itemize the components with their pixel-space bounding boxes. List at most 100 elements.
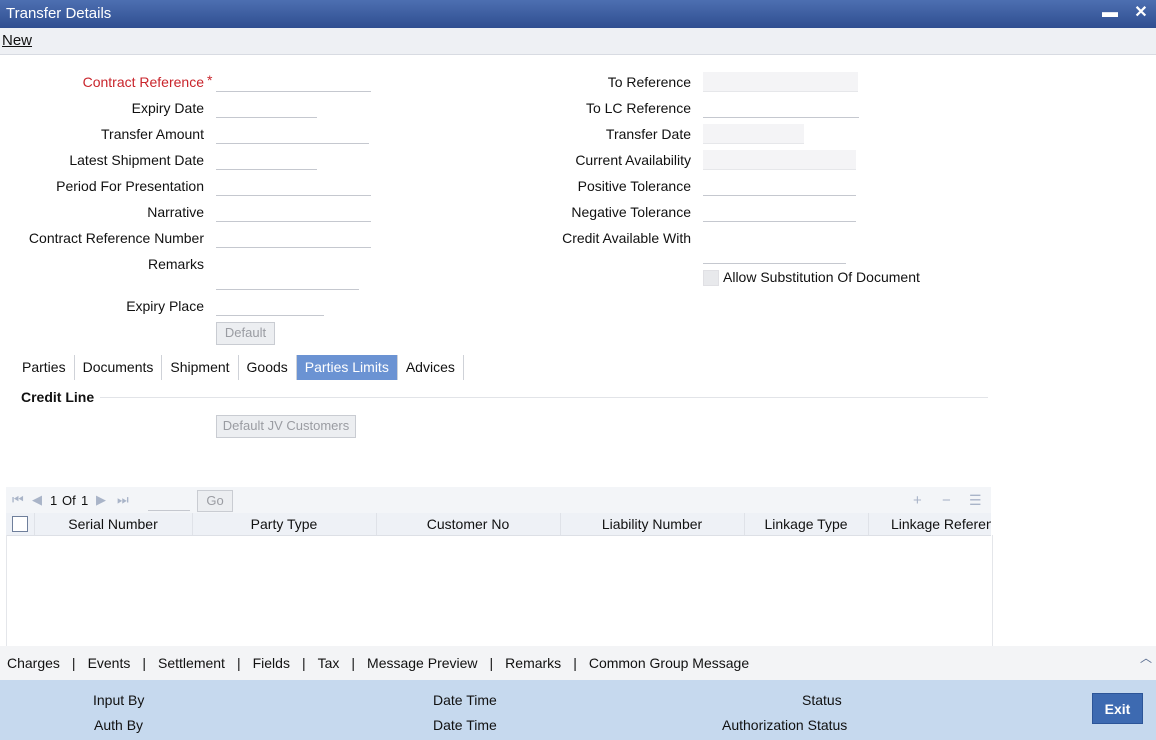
exit-button[interactable]: Exit (1092, 693, 1143, 724)
authorization-status-label: Authorization Status (722, 717, 848, 733)
tab-parties-limits[interactable]: Parties Limits (296, 355, 398, 380)
allow-substitution-checkbox[interactable] (703, 270, 719, 286)
expiry-date-label: Expiry Date (131, 100, 204, 116)
window-title: Transfer Details (6, 5, 112, 22)
contract-reference-input[interactable] (216, 72, 371, 92)
first-page-icon[interactable]: ⏮ (12, 492, 24, 508)
window-titlebar: Transfer Details ▬ ✕ (0, 0, 1156, 28)
last-page-icon[interactable]: ⏭ (117, 492, 129, 508)
expiry-date-input[interactable] (216, 98, 317, 118)
events-link[interactable]: Events (88, 655, 131, 671)
credit-available-with-input[interactable] (703, 244, 846, 264)
latest-shipment-date-label: Latest Shipment Date (69, 152, 204, 168)
audit-footer (0, 680, 1156, 740)
previous-page-icon[interactable]: ◀ (32, 492, 42, 508)
link-separator: | (142, 655, 147, 671)
remove-row-icon[interactable]: − (942, 492, 951, 509)
select-all-column (6, 513, 35, 535)
transfer-amount-label: Transfer Amount (101, 126, 204, 142)
to-reference-input[interactable] (703, 72, 858, 92)
narrative-label: Narrative (147, 204, 204, 220)
link-separator: | (236, 655, 241, 671)
to-reference-label: To Reference (607, 74, 691, 90)
narrative-input[interactable] (216, 202, 371, 222)
link-separator: | (301, 655, 306, 671)
required-marker: * (207, 72, 213, 88)
column-customer-no[interactable]: Customer No (376, 513, 561, 535)
transfer-amount-input[interactable] (216, 124, 369, 144)
go-button[interactable]: Go (197, 490, 233, 512)
input-date-time-label: Date Time (433, 692, 497, 708)
grid-navigation: ⏮ ◀ 1 Of 1 ▶ ⏭ Go + − ☰ (6, 487, 991, 513)
next-page-icon[interactable]: ▶ (96, 492, 106, 508)
page-of-label: Of (62, 493, 76, 508)
column-linkage-type[interactable]: Linkage Type (744, 513, 869, 535)
new-menu-link[interactable]: New (2, 32, 32, 49)
auth-by-label: Auth By (94, 717, 144, 733)
transfer-date-input[interactable] (703, 124, 804, 144)
menu-bar: New (0, 28, 1156, 55)
column-liability-number[interactable]: Liability Number (560, 513, 745, 535)
column-serial-number[interactable]: Serial Number (34, 513, 193, 535)
tab-goods[interactable]: Goods (239, 355, 297, 380)
page-current: 1 (50, 493, 58, 508)
select-all-checkbox[interactable] (12, 516, 28, 532)
page-total: 1 (81, 493, 89, 508)
add-row-icon[interactable]: + (913, 492, 922, 509)
detail-tabs: Parties Documents Shipment Goods Parties… (14, 355, 464, 380)
link-separator: | (573, 655, 577, 671)
negative-tolerance-label: Negative Tolerance (571, 204, 691, 220)
default-jv-customers-button[interactable]: Default JV Customers (216, 415, 356, 438)
settlement-link[interactable]: Settlement (158, 655, 225, 671)
page-number-input[interactable] (148, 491, 190, 511)
grid-header: Serial Number Party Type Customer No Lia… (6, 513, 991, 536)
current-availability-label: Current Availability (575, 152, 691, 168)
expiry-place-input[interactable] (216, 296, 324, 316)
tab-advices[interactable]: Advices (398, 355, 464, 380)
tab-documents[interactable]: Documents (75, 355, 163, 380)
to-lc-reference-input[interactable] (703, 98, 859, 118)
expiry-place-label: Expiry Place (126, 298, 204, 314)
contract-reference-number-label: Contract Reference Number (28, 230, 204, 246)
remarks-link[interactable]: Remarks (505, 655, 561, 671)
link-separator: | (71, 655, 76, 671)
bottom-links-bar: Charges | Events | Settlement | Fields | Tax | Mes… (0, 646, 1156, 680)
charges-link[interactable]: Charges (7, 655, 60, 671)
close-icon[interactable]: ✕ (1131, 3, 1151, 23)
default-button[interactable]: Default (216, 322, 275, 345)
remarks-input[interactable] (216, 270, 359, 290)
message-preview-link[interactable]: Message Preview (367, 655, 478, 671)
input-by-label: Input By (93, 692, 145, 708)
list-view-icon[interactable]: ☰ (969, 492, 982, 509)
period-for-presentation-input[interactable] (216, 176, 371, 196)
section-divider (100, 397, 988, 398)
tax-link[interactable]: Tax (318, 655, 340, 671)
status-label: Status (802, 692, 842, 708)
fields-link[interactable]: Fields (253, 655, 290, 671)
tab-shipment[interactable]: Shipment (162, 355, 239, 380)
current-availability-input[interactable] (703, 150, 856, 170)
bottom-links: Charges | Events | Settlement | Fields | Tax | Mes… (7, 655, 749, 671)
common-group-message-link[interactable]: Common Group Message (589, 655, 749, 671)
positive-tolerance-label: Positive Tolerance (577, 178, 691, 194)
auth-date-time-label: Date Time (433, 717, 497, 733)
credit-available-with-label: Credit Available With (562, 230, 691, 246)
credit-line-title: Credit Line (21, 389, 95, 405)
latest-shipment-date-input[interactable] (216, 150, 317, 170)
collapse-chevron-icon[interactable]: ︿ (1140, 649, 1152, 666)
remarks-label: Remarks (147, 256, 204, 272)
contract-reference-number-input[interactable] (216, 228, 371, 248)
grid-body (6, 535, 993, 646)
column-party-type[interactable]: Party Type (192, 513, 377, 535)
column-linkage-reference[interactable]: Linkage Reference (868, 513, 991, 535)
to-lc-reference-label: To LC Reference (585, 100, 691, 116)
tab-parties[interactable]: Parties (14, 355, 75, 380)
link-separator: | (489, 655, 494, 671)
minimize-icon[interactable]: ▬ (1100, 3, 1120, 23)
transfer-date-label: Transfer Date (605, 126, 691, 142)
period-for-presentation-label: Period For Presentation (56, 178, 204, 194)
positive-tolerance-input[interactable] (703, 176, 856, 196)
negative-tolerance-input[interactable] (703, 202, 856, 222)
allow-substitution-label: Allow Substitution Of Document (723, 269, 920, 285)
link-separator: | (351, 655, 356, 671)
